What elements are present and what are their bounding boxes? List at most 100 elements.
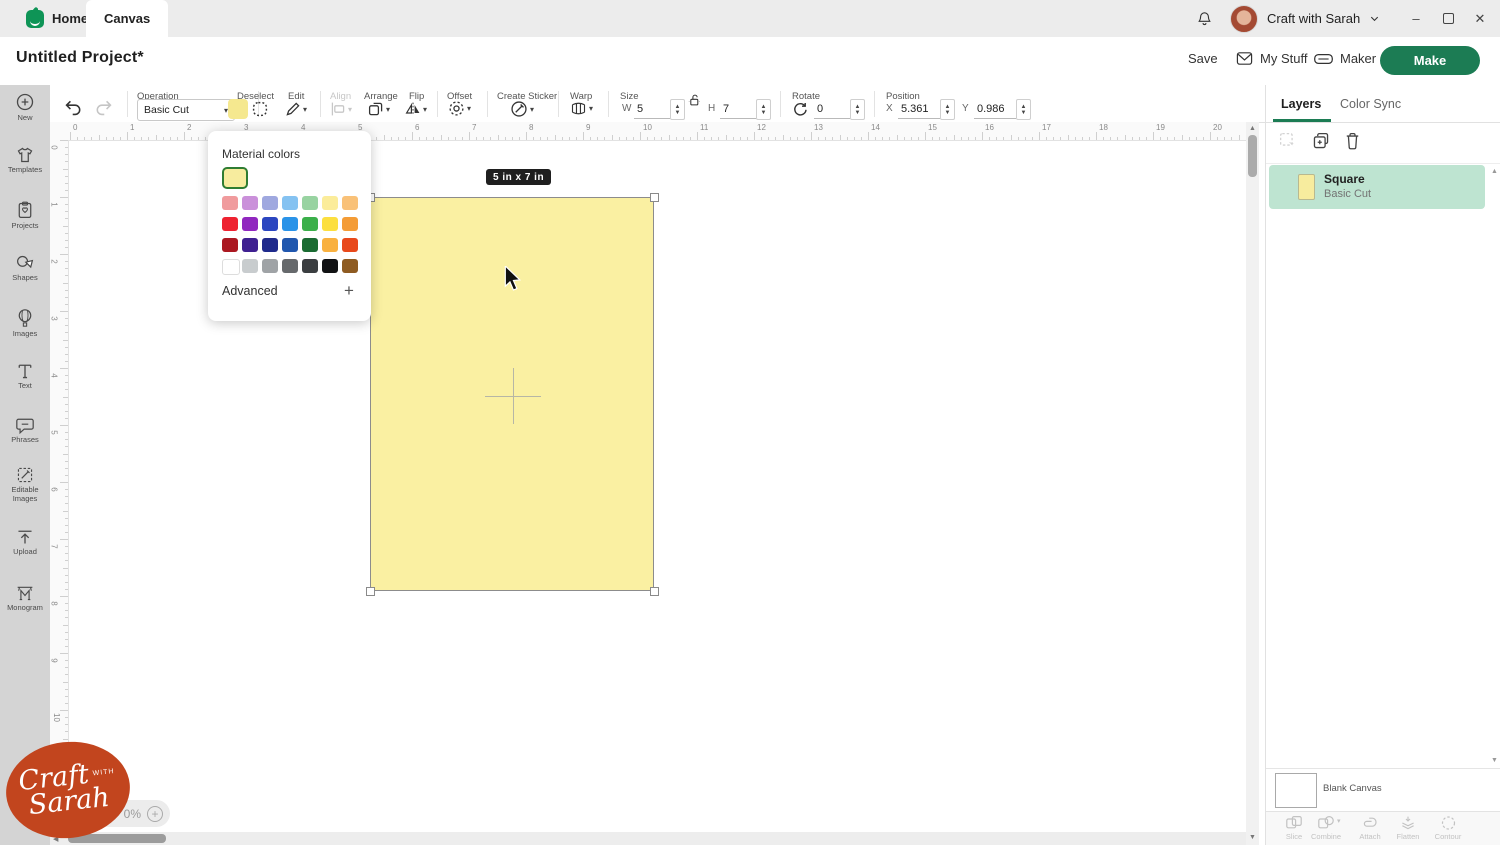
blank-canvas-row[interactable]: Blank Canvas xyxy=(1266,768,1500,812)
rotate-stepper[interactable]: ▲▼ xyxy=(850,99,865,120)
user-name[interactable]: Craft with Sarah xyxy=(1267,11,1360,26)
sidebar-item-projects[interactable]: Projects xyxy=(0,200,50,231)
chevron-down-icon[interactable] xyxy=(1369,13,1380,24)
window-minimize-icon[interactable]: – xyxy=(1400,0,1432,37)
material-color-swatch[interactable] xyxy=(322,238,338,252)
sidebar-item-shapes[interactable]: Shapes xyxy=(0,254,50,283)
layer-row-square[interactable]: Square Basic Cut xyxy=(1269,165,1485,209)
sidebar-item-images[interactable]: Images xyxy=(0,308,50,339)
material-color-swatch[interactable] xyxy=(322,196,338,210)
position-y-stepper[interactable]: ▲▼ xyxy=(1016,99,1031,120)
material-color-swatch[interactable] xyxy=(342,217,358,231)
material-color-swatch[interactable] xyxy=(242,259,258,273)
layers-scroll-down-icon[interactable]: ▼ xyxy=(1491,757,1498,764)
save-button[interactable]: Save xyxy=(1188,51,1218,66)
size-lock-icon[interactable] xyxy=(688,93,702,107)
ruler-number: 0 xyxy=(73,123,77,132)
material-color-swatch[interactable] xyxy=(222,259,240,275)
canvas-vertical-scroll-thumb[interactable] xyxy=(1248,135,1257,177)
position-x-input[interactable] xyxy=(898,99,940,119)
machine-select-button[interactable]: Maker xyxy=(1314,51,1376,66)
scroll-down-icon[interactable]: ▼ xyxy=(1249,834,1256,841)
edit-pencil-icon[interactable]: ▾ xyxy=(285,101,307,117)
resize-handle-bottom-left[interactable] xyxy=(366,587,375,596)
resize-handle-bottom-right[interactable] xyxy=(650,587,659,596)
create-sticker-icon[interactable]: ▾ xyxy=(510,100,534,118)
resize-handle-top-right[interactable] xyxy=(650,193,659,202)
material-color-swatch[interactable] xyxy=(242,196,258,210)
size-w-input[interactable] xyxy=(634,99,670,119)
redo-icon[interactable] xyxy=(94,99,113,116)
sidebar-item-text[interactable]: Text xyxy=(0,362,50,391)
material-color-swatch[interactable] xyxy=(282,196,298,210)
material-color-swatch[interactable] xyxy=(262,217,278,231)
tab-color-sync[interactable]: Color Sync xyxy=(1340,97,1401,111)
delete-layer-icon[interactable] xyxy=(1344,132,1361,150)
layers-scroll-up-icon[interactable]: ▲ xyxy=(1491,168,1498,175)
project-title[interactable]: Untitled Project* xyxy=(16,49,144,67)
material-color-swatch[interactable] xyxy=(342,196,358,210)
sidebar-item-new[interactable]: New xyxy=(0,92,50,123)
my-stuff-button[interactable]: My Stuff xyxy=(1236,51,1307,66)
material-color-swatch[interactable] xyxy=(282,238,298,252)
position-x-stepper[interactable]: ▲▼ xyxy=(940,99,955,120)
operation-select[interactable]: Basic Cut ▾ xyxy=(137,99,235,121)
material-color-swatch[interactable] xyxy=(282,217,298,231)
material-color-swatch[interactable] xyxy=(262,259,278,273)
material-color-swatch[interactable] xyxy=(282,259,298,273)
flip-icon[interactable]: ▾ xyxy=(405,101,427,117)
offset-icon[interactable]: ▾ xyxy=(448,100,471,117)
tab-layers[interactable]: Layers xyxy=(1281,97,1321,111)
user-avatar[interactable] xyxy=(1230,5,1258,33)
images-icon xyxy=(16,308,34,328)
titlebar: Home Canvas ••• Craft with Sarah – ✕ xyxy=(0,0,1500,37)
current-color-swatch[interactable] xyxy=(222,167,248,189)
sidebar-item-monogram[interactable]: Monogram xyxy=(0,584,50,613)
material-color-swatch[interactable] xyxy=(242,217,258,231)
material-color-swatch[interactable] xyxy=(302,196,318,210)
size-w-stepper[interactable]: ▲▼ xyxy=(670,99,685,120)
arrange-icon[interactable]: ▾ xyxy=(368,101,390,117)
canvas-horizontal-scrollbar[interactable] xyxy=(50,832,1246,845)
position-y-input[interactable] xyxy=(974,99,1016,119)
scroll-up-icon[interactable]: ▲ xyxy=(1249,125,1256,132)
sidebar-item-editable-images[interactable]: Editable Images xyxy=(0,466,50,503)
deselect-icon[interactable] xyxy=(252,101,268,117)
size-h-label: H xyxy=(708,103,715,114)
advanced-plus-icon[interactable]: + xyxy=(344,281,354,301)
sidebar-item-phrases[interactable]: Phrases xyxy=(0,416,50,445)
sidebar-item-templates[interactable]: Templates xyxy=(0,146,50,175)
material-color-swatch[interactable] xyxy=(262,196,278,210)
zoom-in-icon[interactable]: + xyxy=(147,806,163,822)
material-color-swatch[interactable] xyxy=(342,238,358,252)
material-color-swatch[interactable] xyxy=(262,238,278,252)
sidebar-item-upload[interactable]: Upload xyxy=(0,528,50,557)
operation-color-swatch[interactable] xyxy=(228,99,248,119)
size-h-stepper[interactable]: ▲▼ xyxy=(756,99,771,120)
material-color-swatch[interactable] xyxy=(342,259,358,273)
tab-canvas[interactable]: Canvas xyxy=(86,0,168,37)
make-button[interactable]: Make xyxy=(1380,46,1480,75)
material-color-swatch[interactable] xyxy=(302,217,318,231)
canvas-vertical-scrollbar[interactable] xyxy=(1246,122,1259,845)
selected-square-shape[interactable] xyxy=(370,197,654,591)
warp-icon[interactable]: ▾ xyxy=(570,101,593,116)
material-color-swatch[interactable] xyxy=(222,196,238,210)
duplicate-layer-icon[interactable] xyxy=(1312,132,1330,150)
rotate-input[interactable] xyxy=(814,99,850,119)
material-color-swatch[interactable] xyxy=(302,259,318,273)
size-h-input[interactable] xyxy=(720,99,756,119)
material-color-swatch[interactable] xyxy=(242,238,258,252)
notifications-bell-icon[interactable] xyxy=(1196,10,1213,27)
material-color-swatch[interactable] xyxy=(322,217,338,231)
undo-icon[interactable] xyxy=(64,99,83,116)
material-color-swatch[interactable] xyxy=(322,259,338,273)
material-color-swatch[interactable] xyxy=(222,217,238,231)
rotate-icon[interactable] xyxy=(792,101,808,117)
advanced-colors-button[interactable]: Advanced xyxy=(222,284,278,298)
window-close-icon[interactable]: ✕ xyxy=(1464,0,1496,37)
maker-label: Maker xyxy=(1340,51,1376,66)
material-color-swatch[interactable] xyxy=(222,238,238,252)
window-maximize-icon[interactable] xyxy=(1432,0,1464,37)
material-color-swatch[interactable] xyxy=(302,238,318,252)
